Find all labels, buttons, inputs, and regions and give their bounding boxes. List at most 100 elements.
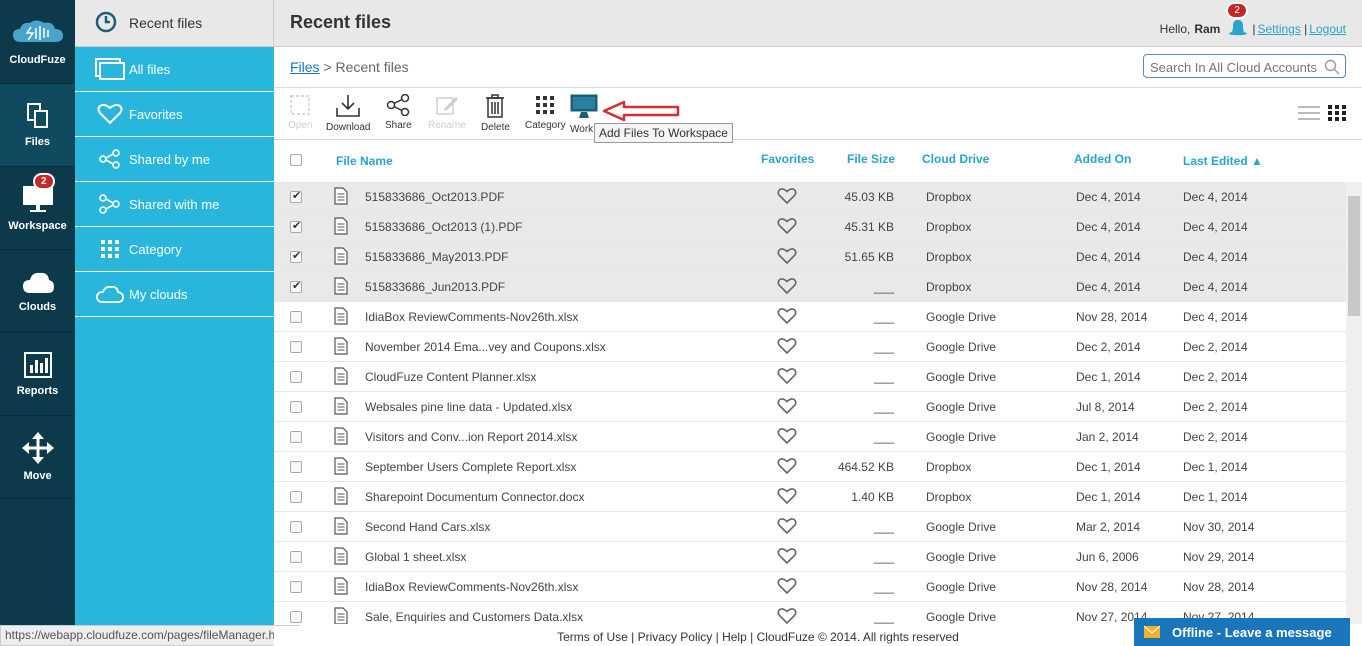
row-checkbox[interactable] <box>290 491 302 503</box>
privacy-link[interactable]: Privacy Policy <box>638 630 713 644</box>
file-name[interactable]: Sale, Enquiries and Customers Data.xlsx <box>365 610 583 624</box>
file-name[interactable]: CloudFuze Content Planner.xlsx <box>365 370 536 384</box>
favorite-heart-icon[interactable] <box>777 187 797 208</box>
row-checkbox[interactable] <box>290 551 302 563</box>
row-checkbox[interactable] <box>290 341 302 353</box>
delete-button[interactable]: Delete <box>481 94 510 133</box>
terms-link[interactable]: Terms of Use <box>557 630 628 644</box>
brand-logo[interactable]: CloudFuze <box>0 0 75 84</box>
row-checkbox[interactable] <box>290 279 302 293</box>
favorite-heart-icon[interactable] <box>777 217 797 238</box>
file-name[interactable]: Global 1 sheet.xlsx <box>365 550 466 564</box>
table-row[interactable]: Second Hand Cars.xlsx ___ Google Drive Mar … <box>274 512 1346 542</box>
help-link[interactable]: Help <box>722 630 747 644</box>
favorite-heart-icon[interactable] <box>777 397 797 418</box>
logout-link[interactable]: Logout <box>1309 22 1346 36</box>
file-name[interactable]: Websales pine line data - Updated.xlsx <box>365 400 572 414</box>
rail-item-reports[interactable]: Reports <box>0 333 75 416</box>
settings-link[interactable]: Settings <box>1257 22 1300 36</box>
rename-button[interactable]: Rename <box>428 94 466 131</box>
table-row[interactable]: 515833686_Oct2013.PDF 45.03 KB Dropbox Dec … <box>274 182 1346 212</box>
favorite-heart-icon[interactable] <box>777 457 797 478</box>
col-file-name[interactable]: File Name <box>336 154 393 168</box>
table-row[interactable]: 515833686_May2013.PDF 51.65 KB Dropbox Dec … <box>274 242 1346 272</box>
file-name[interactable]: Visitors and Conv...ion Report 2014.xlsx <box>365 430 577 444</box>
favorite-heart-icon[interactable] <box>777 517 797 538</box>
file-name[interactable]: Sharepoint Documentum Connector.docx <box>365 490 584 504</box>
sidebar-item-shared-with-me[interactable]: Shared with me <box>75 182 274 227</box>
row-checkbox[interactable] <box>290 249 302 263</box>
file-name[interactable]: IdiaBox ReviewComments-Nov26th.xlsx <box>365 580 578 594</box>
favorite-heart-icon[interactable] <box>777 427 797 448</box>
user-area: Hello, Ram 2 | Settings | Logout <box>1160 2 1346 39</box>
favorite-heart-icon[interactable] <box>777 247 797 268</box>
table-row[interactable]: IdiaBox ReviewComments-Nov26th.xlsx ___ Go… <box>274 302 1346 332</box>
table-row[interactable]: November 2014 Ema...vey and Coupons.xlsx… <box>274 332 1346 362</box>
row-checkbox[interactable] <box>290 581 302 593</box>
rail-item-clouds[interactable]: Clouds <box>0 250 75 333</box>
file-name[interactable]: 515833686_May2013.PDF <box>365 250 508 264</box>
table-row[interactable]: CloudFuze Content Planner.xlsx ___ Google … <box>274 362 1346 392</box>
table-row[interactable]: Websales pine line data - Updated.xlsx __… <box>274 392 1346 422</box>
table-row[interactable]: September Users Complete Report.xlsx 464.… <box>274 452 1346 482</box>
col-cloud-drive[interactable]: Cloud Drive <box>922 152 989 166</box>
row-checkbox[interactable] <box>290 461 302 473</box>
row-checkbox[interactable] <box>290 611 302 623</box>
table-row[interactable]: Visitors and Conv...ion Report 2014.xlsx… <box>274 422 1346 452</box>
row-checkbox[interactable] <box>290 219 302 233</box>
table-row[interactable]: Global 1 sheet.xlsx ___ Google Drive Jun 6,… <box>274 542 1346 572</box>
file-name[interactable]: November 2014 Ema...vey and Coupons.xlsx <box>365 340 606 354</box>
favorite-heart-icon[interactable] <box>777 607 797 624</box>
rail-item-move[interactable]: Move <box>0 416 75 499</box>
favorite-heart-icon[interactable] <box>777 547 797 568</box>
file-name[interactable]: IdiaBox ReviewComments-Nov26th.xlsx <box>365 310 578 324</box>
sidebar-item-recent-files[interactable]: Recent files <box>75 0 274 47</box>
col-file-size[interactable]: File Size <box>847 152 895 166</box>
favorite-heart-icon[interactable] <box>777 577 797 598</box>
file-name[interactable]: 515833686_Jun2013.PDF <box>365 280 505 294</box>
file-name[interactable]: September Users Complete Report.xlsx <box>365 460 576 474</box>
rail-item-workspace[interactable]: 2 Workspace <box>0 167 75 250</box>
table-row[interactable]: 515833686_Oct2013 (1).PDF 45.31 KB Dropbox… <box>274 212 1346 242</box>
favorite-heart-icon[interactable] <box>777 277 797 298</box>
col-favorites[interactable]: Favorites <box>761 152 814 166</box>
download-button[interactable]: Download <box>326 94 370 133</box>
col-last-edited[interactable]: Last Edited ▲ <box>1183 154 1263 168</box>
sidebar-item-favorites[interactable]: Favorites <box>75 92 274 137</box>
list-view-icon[interactable] <box>1298 104 1320 122</box>
share-button[interactable]: Share <box>385 94 412 131</box>
sidebar-item-shared-by-me[interactable]: Shared by me <box>75 137 274 182</box>
row-checkbox[interactable] <box>290 521 302 533</box>
scrollbar-thumb[interactable] <box>1348 196 1360 316</box>
sidebar-item-all-files[interactable]: All files <box>75 47 274 92</box>
sidebar-item-my-clouds[interactable]: My clouds <box>75 272 274 317</box>
chat-offline-button[interactable]: Offline - Leave a message <box>1134 618 1350 646</box>
search-input[interactable] <box>1143 54 1346 78</box>
row-checkbox[interactable] <box>290 189 302 203</box>
favorite-heart-icon[interactable] <box>777 307 797 328</box>
row-checkbox[interactable] <box>290 311 302 323</box>
col-added-on[interactable]: Added On <box>1074 152 1131 166</box>
table-row[interactable]: 515833686_Jun2013.PDF ___ Dropbox Dec 4, 20… <box>274 272 1346 302</box>
row-checkbox[interactable] <box>290 401 302 413</box>
file-name[interactable]: Second Hand Cars.xlsx <box>365 520 490 534</box>
file-name[interactable]: 515833686_Oct2013.PDF <box>365 190 504 204</box>
select-all-checkbox[interactable] <box>290 154 302 166</box>
notifications-button[interactable]: 2 <box>1226 2 1248 39</box>
table-row[interactable]: IdiaBox ReviewComments-Nov26th.xlsx ___ Go… <box>274 572 1346 602</box>
row-checkbox[interactable] <box>290 431 302 443</box>
row-checkbox[interactable] <box>290 371 302 383</box>
category-button[interactable]: Category <box>525 94 566 131</box>
search-icon[interactable] <box>1324 59 1340 75</box>
favorite-heart-icon[interactable] <box>777 337 797 358</box>
favorite-heart-icon[interactable] <box>777 487 797 508</box>
breadcrumb-files-link[interactable]: Files <box>290 59 320 75</box>
favorite-heart-icon[interactable] <box>777 367 797 388</box>
open-button[interactable]: Open <box>288 94 312 131</box>
rail-item-files[interactable]: Files <box>0 84 75 167</box>
table-row[interactable]: Sharepoint Documentum Connector.docx 1.40… <box>274 482 1346 512</box>
file-name[interactable]: 515833686_Oct2013 (1).PDF <box>365 220 522 234</box>
table-scrollbar[interactable] <box>1346 182 1362 624</box>
sidebar-item-category[interactable]: Category <box>75 227 274 272</box>
grid-view-icon[interactable] <box>1328 104 1346 122</box>
